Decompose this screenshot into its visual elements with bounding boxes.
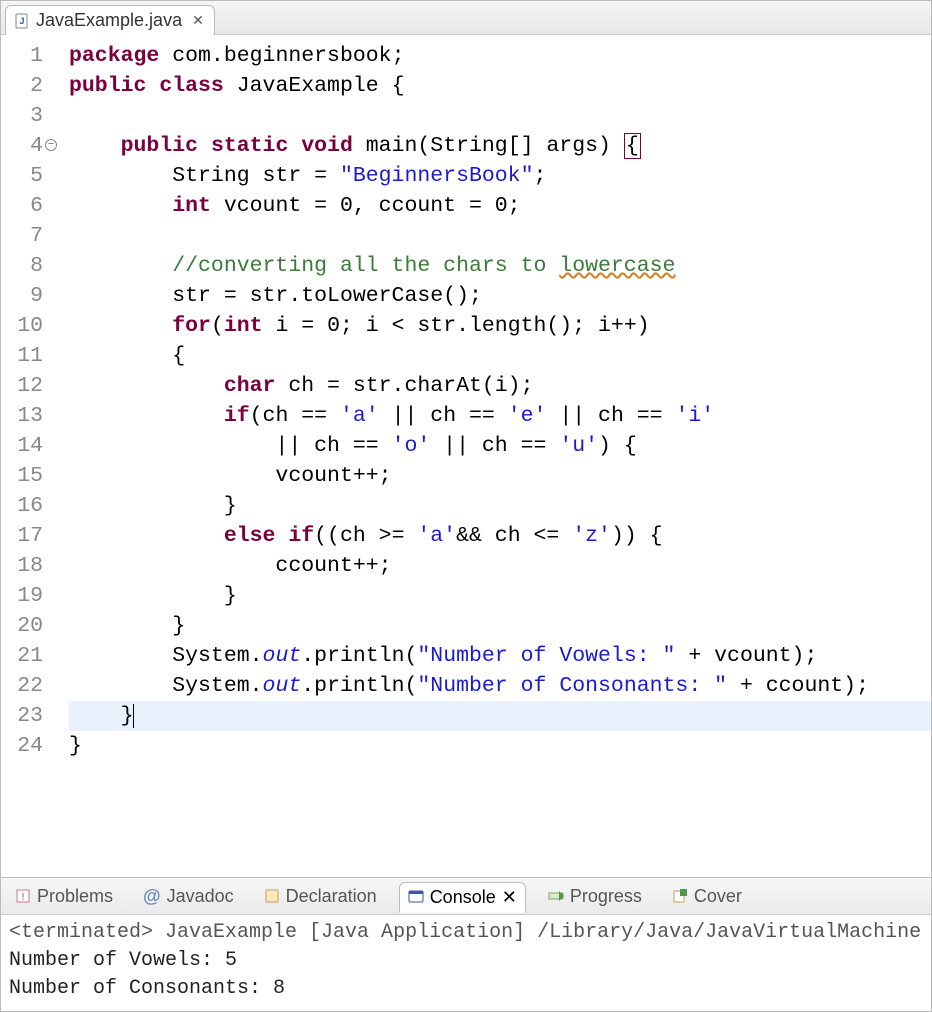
- line-number: 18: [1, 551, 43, 581]
- line-number: 21: [1, 641, 43, 671]
- code-line[interactable]: }: [69, 581, 931, 611]
- code-line[interactable]: [69, 101, 931, 131]
- line-number: 3: [1, 101, 43, 131]
- console-output-line: Number of Vowels: 5: [9, 947, 923, 975]
- code-line[interactable]: }: [69, 611, 931, 641]
- line-number: 19: [1, 581, 43, 611]
- line-number: 11: [1, 341, 43, 371]
- tab-label: Declaration: [286, 886, 377, 907]
- tab-coverage[interactable]: Cover: [664, 882, 750, 911]
- code-body[interactable]: package com.beginnersbook;public class J…: [49, 35, 931, 877]
- line-number: 6: [1, 191, 43, 221]
- code-line[interactable]: }: [69, 491, 931, 521]
- code-line[interactable]: else if((ch >= 'a'&& ch <= 'z')) {: [69, 521, 931, 551]
- close-tab-icon[interactable]: ✕: [192, 12, 204, 29]
- line-number: 24: [1, 731, 43, 761]
- code-editor[interactable]: 1234−56789101112131415161718192021222324…: [1, 35, 931, 877]
- tab-problems[interactable]: ! Problems: [7, 882, 121, 911]
- tab-label: Problems: [37, 886, 113, 907]
- code-line[interactable]: if(ch == 'a' || ch == 'e' || ch == 'i': [69, 401, 931, 431]
- code-line[interactable]: System.out.println("Number of Vowels: " …: [69, 641, 931, 671]
- code-line[interactable]: int vcount = 0, ccount = 0;: [69, 191, 931, 221]
- tab-label: Progress: [570, 886, 642, 907]
- line-number: 23: [1, 701, 43, 731]
- line-number: 9: [1, 281, 43, 311]
- svg-text:!: !: [22, 892, 25, 903]
- line-number: 7: [1, 221, 43, 251]
- line-number: 22: [1, 671, 43, 701]
- code-line[interactable]: for(int i = 0; i < str.length(); i++): [69, 311, 931, 341]
- editor-tab[interactable]: J JavaExample.java ✕: [5, 5, 215, 35]
- line-number: 12: [1, 371, 43, 401]
- code-line[interactable]: vcount++;: [69, 461, 931, 491]
- code-line[interactable]: System.out.println("Number of Consonants…: [69, 671, 931, 701]
- editor-tab-label: JavaExample.java: [36, 10, 182, 31]
- line-gutter: 1234−56789101112131415161718192021222324: [1, 35, 49, 877]
- code-line[interactable]: }: [69, 731, 931, 761]
- code-line[interactable]: {: [69, 341, 931, 371]
- tab-console[interactable]: Console ✕: [399, 882, 526, 913]
- code-line[interactable]: str = str.toLowerCase();: [69, 281, 931, 311]
- line-number: 14: [1, 431, 43, 461]
- line-number: 4−: [1, 131, 43, 161]
- line-number: 2: [1, 71, 43, 101]
- editor-tab-bar: J JavaExample.java ✕: [1, 1, 931, 35]
- close-tab-icon[interactable]: ✕: [502, 887, 517, 908]
- code-line[interactable]: [69, 221, 931, 251]
- line-number: 8: [1, 251, 43, 281]
- console-panel: <terminated> JavaExample [Java Applicati…: [1, 915, 931, 1011]
- line-number: 15: [1, 461, 43, 491]
- line-number: 17: [1, 521, 43, 551]
- line-number: 5: [1, 161, 43, 191]
- line-number: 10: [1, 311, 43, 341]
- code-line[interactable]: || ch == 'o' || ch == 'u') {: [69, 431, 931, 461]
- code-line[interactable]: public static void main(String[] args) {: [69, 131, 931, 161]
- code-line[interactable]: package com.beginnersbook;: [69, 41, 931, 71]
- svg-text:J: J: [19, 16, 24, 26]
- code-line[interactable]: }: [69, 701, 931, 731]
- line-number: 1: [1, 41, 43, 71]
- console-status: <terminated> JavaExample [Java Applicati…: [9, 919, 923, 947]
- code-line[interactable]: String str = "BeginnersBook";: [69, 161, 931, 191]
- tab-label: Javadoc: [167, 886, 234, 907]
- code-line[interactable]: public class JavaExample {: [69, 71, 931, 101]
- tab-progress[interactable]: Progress: [540, 882, 650, 911]
- console-output-line: Number of Consonants: 8: [9, 975, 923, 1003]
- tab-javadoc[interactable]: @ Javadoc: [135, 882, 242, 911]
- bottom-view-tabs: ! Problems @ Javadoc Declaration Console…: [1, 877, 931, 915]
- code-line[interactable]: ccount++;: [69, 551, 931, 581]
- tab-label: Cover: [694, 886, 742, 907]
- java-file-icon: J: [14, 13, 30, 29]
- line-number: 16: [1, 491, 43, 521]
- tab-label: Console: [430, 887, 496, 908]
- line-number: 20: [1, 611, 43, 641]
- code-line[interactable]: //converting all the chars to lowercase: [69, 251, 931, 281]
- tab-declaration[interactable]: Declaration: [256, 882, 385, 911]
- code-line[interactable]: char ch = str.charAt(i);: [69, 371, 931, 401]
- line-number: 13: [1, 401, 43, 431]
